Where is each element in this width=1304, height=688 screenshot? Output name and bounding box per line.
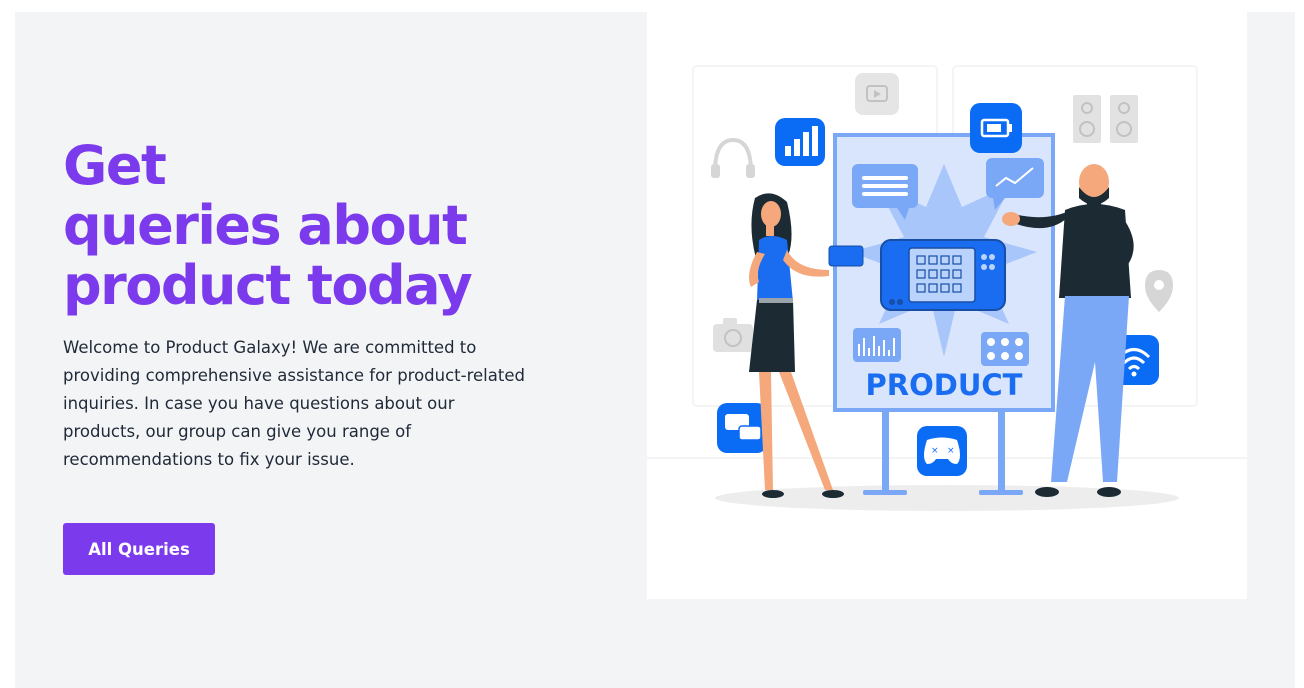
headphones-icon — [711, 137, 755, 178]
speakers-icon — [1073, 95, 1138, 143]
bar-chart-icon — [775, 118, 825, 166]
all-queries-button[interactable]: All Queries — [63, 523, 215, 575]
headline-line-2: queries about — [63, 194, 468, 257]
svg-text:×: × — [931, 446, 939, 456]
chat-icon — [717, 403, 767, 453]
battery-icon — [970, 103, 1022, 153]
gamepad-icon: × × — [917, 426, 967, 476]
camera-icon — [713, 318, 753, 352]
youtube-icon — [855, 73, 899, 115]
hero-section: Get queries about product today Welcome … — [15, 12, 1295, 688]
board-product-label: PRODUCT — [866, 368, 1023, 402]
illustration-svg: PRODUCT × × — [647, 65, 1247, 511]
hero-intro-text: Welcome to Product Galaxy! We are commit… — [63, 338, 525, 469]
headline-line-3: product today — [63, 254, 473, 317]
headline-line-1: Get — [63, 134, 167, 197]
hero-text: Get queries about product today Welcome … — [63, 136, 533, 474]
location-pin-icon — [1145, 270, 1173, 312]
svg-text:×: × — [947, 446, 955, 456]
hero-headline: Get queries about product today — [63, 136, 533, 316]
hero-illustration: PRODUCT × × — [647, 12, 1247, 599]
